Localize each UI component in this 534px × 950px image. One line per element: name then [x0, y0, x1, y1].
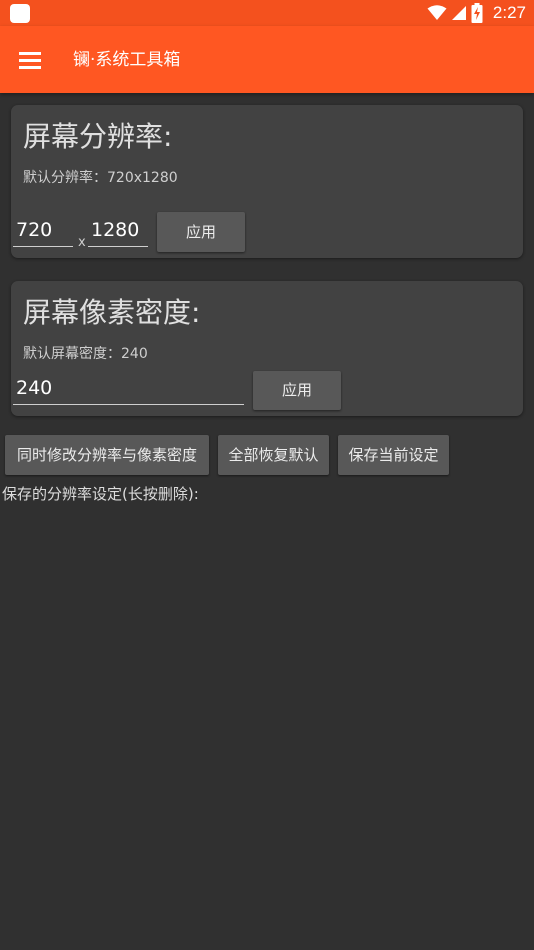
height-input[interactable]: 1280: [88, 215, 148, 247]
status-time: 2:27: [492, 3, 526, 22]
density-card: 屏幕像素密度: 默认屏幕密度：240 240 应用: [11, 281, 523, 416]
signal-icon: [451, 6, 466, 20]
status-icons: 2:27: [427, 2, 526, 24]
save-current-button[interactable]: 保存当前设定: [338, 435, 449, 475]
resolution-separator: x: [78, 235, 86, 250]
battery-icon: [471, 3, 483, 23]
density-input[interactable]: 240: [13, 373, 244, 405]
notification-icon: [10, 4, 30, 23]
default-resolution-text: 默认分辨率：720x1280: [23, 170, 178, 186]
menu-icon[interactable]: [19, 50, 43, 70]
app-title: 镧·系统工具箱: [73, 50, 181, 70]
density-title: 屏幕像素密度:: [23, 296, 201, 329]
wifi-icon: [427, 5, 447, 20]
restore-defaults-button[interactable]: 全部恢复默认: [218, 435, 329, 475]
status-bar: 2:27: [0, 0, 534, 26]
apply-density-button[interactable]: 应用: [253, 371, 341, 410]
resolution-title: 屏幕分辨率:: [23, 120, 173, 153]
apply-resolution-button[interactable]: 应用: [157, 212, 245, 252]
app-bar: 镧·系统工具箱: [0, 26, 534, 93]
saved-settings-label: 保存的分辨率设定(长按删除):: [2, 485, 199, 503]
default-density-text: 默认屏幕密度：240: [23, 346, 148, 362]
resolution-card: 屏幕分辨率: 默认分辨率：720x1280 720 x 1280 应用: [11, 105, 523, 258]
width-input[interactable]: 720: [13, 215, 73, 247]
modify-both-button[interactable]: 同时修改分辨率与像素密度: [5, 435, 209, 475]
